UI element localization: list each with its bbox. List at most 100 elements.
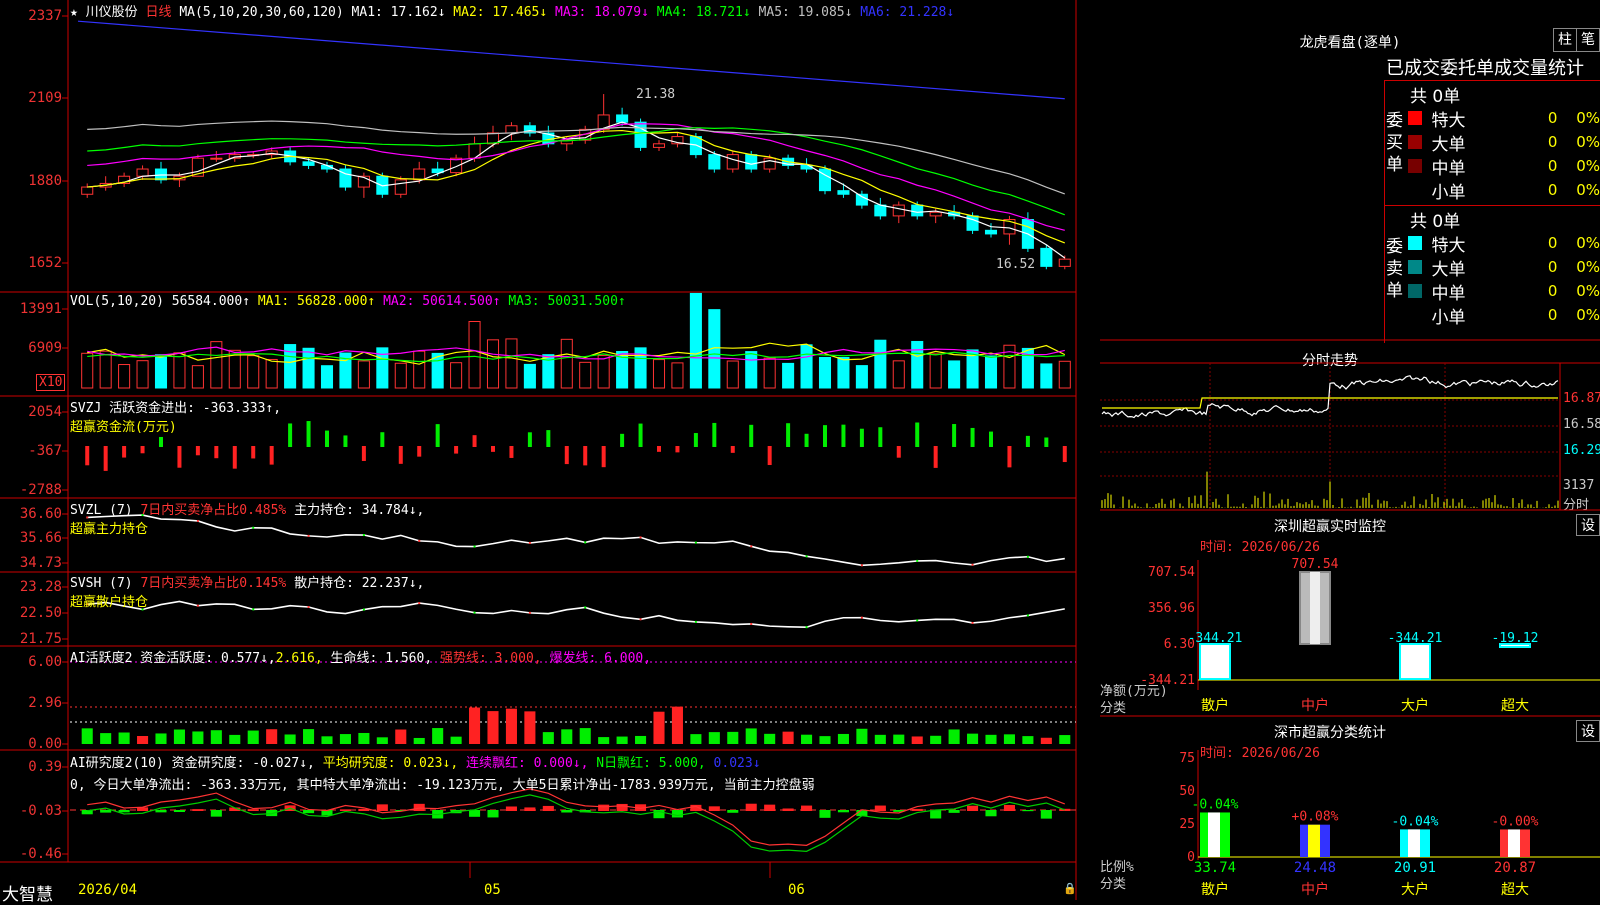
low-price-label: 16.52 (996, 257, 1036, 272)
legend-swatch (1408, 159, 1422, 173)
vol-bar (689, 292, 702, 389)
activity-bar (708, 732, 720, 744)
ma-values: MA1: 17.162↓ MA2: 17.465↓ MA3: 18.079↓ M… (352, 5, 955, 20)
vol-ma-2: MA2: 50614.500↑ (375, 294, 501, 309)
vol-bar (579, 361, 592, 389)
ai2-header: AI研究度2(10) 资金研究度: -0.027↓, 平均研究度: 0.023↓… (70, 752, 815, 793)
activity-bar (81, 728, 93, 744)
sell-row-2: 中单 0 0% (1408, 279, 1600, 304)
flow-bar (454, 446, 459, 454)
activity-bar (450, 736, 462, 744)
activity-bar (358, 732, 370, 744)
flow-bar (398, 446, 403, 464)
research-bar (100, 810, 112, 813)
vol-bar (136, 360, 149, 389)
star-icon[interactable]: ★ (70, 5, 78, 20)
flow-bar (417, 446, 422, 457)
candle-down (154, 168, 168, 181)
row-count: 0 (1547, 306, 1558, 324)
svsh-header: SVSH (7) 7日内买卖净占比0.145% 散户持仓: 22.237↓, 超… (70, 572, 424, 610)
tick-mode-button[interactable]: 笔 (1576, 28, 1600, 52)
research-bar (782, 808, 794, 811)
flow-bar (804, 433, 809, 447)
hold-dot (916, 559, 919, 562)
row-count: 0 (1547, 109, 1558, 127)
ma2-line (87, 129, 1065, 244)
hold-dot (473, 545, 476, 548)
period-label[interactable]: 日线 (146, 5, 172, 20)
vol-tick: 6909 (28, 340, 62, 356)
row-pct: 0% (1576, 133, 1600, 151)
flow-bar (195, 446, 200, 456)
x-date-label: 06 (788, 882, 805, 898)
vol-bar (413, 350, 426, 389)
flow-bar (269, 446, 274, 465)
vol-bar (81, 352, 94, 389)
activity-bar (782, 731, 794, 744)
sell-row-0: 特大 0 0% (1408, 231, 1600, 256)
ai2-e: 0.023↓ (705, 756, 761, 771)
left-chart-area[interactable]: ★ 川仪股份 日线 MA(5,10,20,30,60,120) MA1: 17.… (0, 0, 1080, 905)
research-bar (764, 804, 776, 811)
svzl-tick: 35.66 (19, 530, 62, 546)
svsh-hold: 散户持仓: 22.237↓, (286, 576, 425, 591)
flow-bar (122, 446, 127, 458)
sz-class-settings-button[interactable]: 设 (1576, 720, 1600, 742)
vol-bar (671, 362, 684, 389)
ai1-life: 生命线: 1.560, (322, 651, 433, 666)
candle-up (652, 143, 666, 148)
lock-icon[interactable]: 🔒 (1063, 882, 1077, 895)
candle-down (634, 121, 647, 148)
candle-down (302, 161, 315, 166)
buy-side-label: 委买单 (1386, 111, 1403, 175)
hold-dot (528, 541, 531, 544)
activity-bar (118, 732, 130, 744)
sz-monitor-title: 深圳超赢实时监控 (1274, 519, 1386, 535)
ma-value-5: MA5: 19.085↓ (750, 5, 853, 20)
flow-bar (1025, 435, 1030, 447)
vol-bar (892, 360, 905, 389)
row-name: 小单 (1431, 182, 1466, 203)
activity-bar (192, 731, 204, 744)
ai2-red: 连续飘红: 0.000↓, (458, 756, 589, 771)
ai2-summary: 0, 今日大单净流出: -363.33万元, 其中特大单净流出: -19.123… (70, 778, 815, 793)
candle-up (136, 168, 149, 177)
flow-bar (952, 424, 957, 447)
buy-row-0: 特大 0 0% (1408, 106, 1600, 131)
vol-bar (486, 339, 500, 389)
candle-down (911, 204, 924, 217)
hold-dot (639, 536, 642, 539)
research-bar (801, 805, 813, 811)
buy-total: 共 0单 (1410, 87, 1461, 107)
ma-value-6: MA6: 21.228↓ (852, 5, 955, 20)
flow-bar (140, 446, 145, 454)
activity-bar (653, 711, 665, 744)
dragon-title: 龙虎看盘(逐单) (1299, 35, 1401, 51)
research-bar (727, 810, 739, 813)
intraday-tick: 16.58 (1563, 417, 1600, 432)
row-name: 大单 (1431, 134, 1466, 155)
vol-bar (302, 347, 315, 389)
vol-bar (265, 358, 278, 389)
activity-bar (173, 729, 185, 744)
flow-bar (232, 446, 237, 469)
svsh-tick: 21.75 (19, 631, 62, 647)
sz-monitor-settings-button[interactable]: 设 (1576, 514, 1600, 536)
vol-bar (911, 340, 924, 389)
flow-bar (970, 427, 975, 447)
row-pct: 0% (1576, 306, 1600, 324)
bar-mode-button[interactable]: 柱 (1553, 28, 1577, 52)
research-bar (118, 810, 130, 813)
row-pct: 0% (1576, 109, 1600, 127)
flow-bar (601, 446, 606, 468)
ma-header: MA(5,10,20,30,60,120) (179, 5, 344, 20)
research-bar (173, 810, 185, 813)
vol-bar (948, 360, 961, 389)
activity-bar (100, 733, 112, 744)
flow-bar (1044, 437, 1049, 447)
activity-bar (1022, 736, 1034, 744)
research-bar (911, 808, 923, 811)
vol-ma-3: MA3: 50031.500↑ (500, 294, 626, 309)
row-pct: 0% (1576, 157, 1600, 175)
flow-bar (380, 432, 385, 447)
